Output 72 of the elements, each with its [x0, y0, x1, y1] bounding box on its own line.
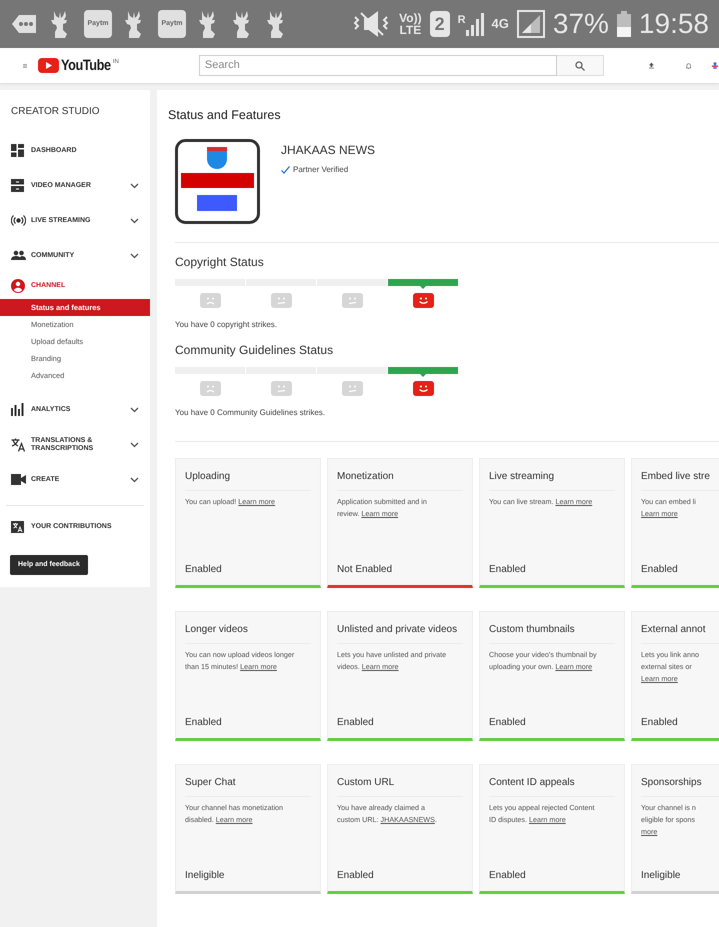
card-title: Monetization	[337, 458, 463, 491]
card-status: Enabled	[337, 868, 374, 883]
card-title: Custom thumbnails	[489, 612, 615, 644]
menu-icon[interactable]	[23, 62, 28, 70]
broadcast-icon	[11, 214, 26, 227]
battery-percent: 37%	[552, 7, 609, 41]
translate-icon	[11, 521, 24, 534]
dashboard-icon	[11, 144, 24, 157]
card-status: Ineligible	[185, 868, 224, 883]
card-title: Live streaming	[489, 458, 615, 491]
channel-name: JHAKAAS NEWS	[281, 142, 376, 159]
translate-icon	[11, 438, 25, 452]
account-icon	[11, 279, 25, 293]
search-icon	[574, 60, 585, 70]
chevron-down-icon	[130, 218, 139, 224]
verified-label: Partner Verified	[293, 164, 348, 176]
strike-note: You have 0 Community Guidelines strikes.	[175, 406, 325, 419]
card-title: Super Chat	[185, 764, 311, 797]
card-status: Enabled	[489, 868, 526, 883]
card-title: Content ID appeals	[489, 764, 615, 797]
card-status: Enabled	[641, 716, 678, 730]
network-label: 4G	[492, 15, 509, 34]
smiley-icon	[412, 380, 434, 396]
sim-badge: 2	[430, 11, 450, 37]
video-camera-icon	[11, 474, 26, 485]
chevron-down-icon	[130, 252, 139, 258]
chevron-down-icon	[130, 476, 139, 482]
card-status: Enabled	[185, 716, 222, 730]
frown-icon	[270, 292, 292, 308]
card-title: Longer videos	[185, 612, 311, 644]
card-title: Embed live stre	[641, 458, 719, 491]
signal-icon	[466, 12, 484, 36]
signal-box-icon	[516, 10, 545, 38]
frown-icon	[342, 292, 362, 308]
search-field[interactable]: Search	[198, 55, 557, 76]
volte-label: Vo)) LTE	[399, 12, 422, 36]
section-heading: Community Guidelines Status	[175, 342, 334, 359]
sidebar-title: CREATOR STUDIO	[10, 105, 101, 119]
battery-icon	[616, 11, 631, 37]
card-status: Enabled	[185, 562, 222, 577]
card-title: Unlisted and private videos	[337, 612, 463, 644]
card-status: Enabled	[489, 562, 526, 577]
page-title: Status and Features	[168, 107, 281, 124]
chevron-down-icon	[130, 182, 139, 188]
frown-icon	[200, 292, 220, 308]
card-status: Enabled	[337, 716, 374, 730]
chevron-down-icon	[130, 442, 139, 448]
card-title: Uploading	[185, 458, 311, 491]
search-button[interactable]	[556, 55, 604, 76]
card-title: Custom URL	[337, 764, 463, 797]
bar-chart-icon	[11, 403, 24, 416]
card-status: Enabled	[641, 562, 678, 577]
chevron-down-icon	[130, 406, 139, 412]
ellipsis-tag-icon	[10, 13, 38, 35]
frown-icon	[270, 380, 292, 396]
card-status: Ineligible	[641, 868, 680, 883]
smiley-icon	[412, 292, 434, 308]
people-icon	[11, 249, 26, 262]
section-heading: Copyright Status	[175, 254, 264, 271]
card-title: External annot	[641, 612, 719, 644]
video-manager-icon	[11, 179, 24, 192]
card-status: Not Enabled	[337, 562, 392, 577]
check-icon	[281, 166, 290, 174]
play-logo-icon	[38, 58, 60, 73]
card-title: Sponsorships	[641, 764, 719, 797]
frown-icon	[342, 380, 362, 396]
strike-note: You have 0 copyright strikes.	[175, 318, 277, 331]
roaming-label: R	[458, 13, 466, 28]
youtube-logo[interactable]: YouTube	[61, 58, 112, 73]
clock: 19:58	[638, 7, 709, 41]
card-status: Enabled	[489, 716, 526, 730]
frown-icon	[200, 380, 220, 396]
